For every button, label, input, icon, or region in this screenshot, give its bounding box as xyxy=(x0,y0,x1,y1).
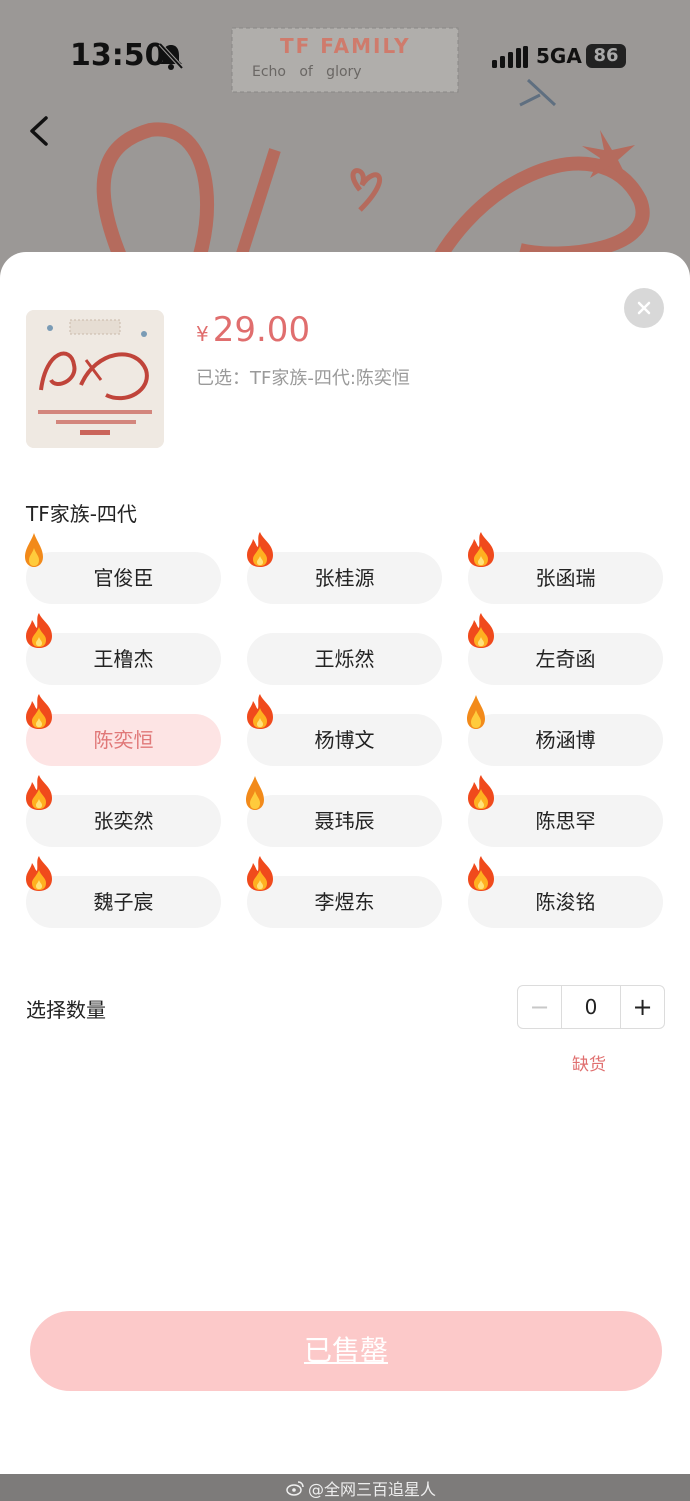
sold-out-button[interactable]: 已售罄 xyxy=(30,1311,662,1391)
option-14[interactable]: 李煜东 xyxy=(247,856,442,928)
option-label: 张函瑞 xyxy=(535,566,596,590)
watermark-text: @全网三百追星人 xyxy=(308,1480,437,1499)
option-label: 聂玮辰 xyxy=(314,809,375,833)
flame-icon xyxy=(464,611,498,668)
option-label: 陈思罕 xyxy=(535,809,596,833)
selected-variant-text: 已选：TF家族-四代:陈奕恒 xyxy=(196,368,410,389)
mute-bell-icon xyxy=(158,42,184,70)
option-label: 张桂源 xyxy=(314,566,375,590)
quantity-stepper: − 0 + xyxy=(517,985,665,1029)
option-label: 左奇函 xyxy=(535,647,596,671)
watermark: @全网三百追星人 xyxy=(286,1476,436,1500)
flame-icon xyxy=(243,854,277,911)
flame-icon xyxy=(243,773,267,830)
decrease-button[interactable]: − xyxy=(518,986,562,1028)
status-bar: 13:50 5GA 86 xyxy=(0,0,690,110)
option-label: 陈浚铭 xyxy=(535,890,596,914)
option-2[interactable]: 张桂源 xyxy=(247,532,442,604)
flame-icon xyxy=(22,854,56,911)
weibo-icon xyxy=(286,1481,304,1496)
option-label: 魏子宸 xyxy=(93,890,154,914)
back-arrow-icon[interactable] xyxy=(26,114,52,148)
product-thumbnail[interactable] xyxy=(26,310,164,448)
option-label: 杨博文 xyxy=(314,728,375,752)
option-6[interactable]: 左奇函 xyxy=(468,613,663,685)
option-13[interactable]: 魏子宸 xyxy=(26,856,221,928)
close-icon xyxy=(637,301,651,315)
price-value: 29.00 xyxy=(212,310,311,350)
option-label: 官俊臣 xyxy=(93,566,154,590)
option-1[interactable]: 官俊臣 xyxy=(25,533,221,604)
option-15[interactable]: 陈浚铭 xyxy=(468,856,663,928)
flame-icon xyxy=(243,692,277,749)
battery-badge: 86 xyxy=(586,44,626,68)
network-label: 5GA xyxy=(536,44,582,68)
product-thumbnail-art xyxy=(26,310,164,448)
quantity-label: 选择数量 xyxy=(26,998,106,1022)
flame-icon xyxy=(22,773,56,830)
sku-selection-sheet: ¥ 29.00 已选：TF家族-四代:陈奕恒 TF家族-四代 官俊臣 张桂源 张函瑞… xyxy=(0,252,690,1474)
status-time: 13:50 xyxy=(70,38,166,73)
option-12[interactable]: 陈思罕 xyxy=(468,775,663,847)
option-8[interactable]: 杨博文 xyxy=(247,694,442,766)
flame-icon xyxy=(243,530,277,587)
close-button[interactable] xyxy=(624,288,664,328)
flame-icon xyxy=(22,611,56,668)
flame-icon xyxy=(22,692,56,749)
option-9[interactable]: 杨涵博 xyxy=(467,695,663,766)
signal-icon xyxy=(492,46,528,68)
flame-icon xyxy=(22,530,46,587)
option-label: 李煜东 xyxy=(314,890,375,914)
option-10[interactable]: 张奕然 xyxy=(26,775,221,847)
option-label: 杨涵博 xyxy=(535,728,596,752)
option-7[interactable]: 陈奕恒 xyxy=(26,694,221,766)
flame-icon xyxy=(464,854,498,911)
option-label: 张奕然 xyxy=(93,809,154,833)
flame-icon xyxy=(464,530,498,587)
flame-icon xyxy=(464,773,498,830)
price-currency: ¥ xyxy=(196,322,209,346)
option-11[interactable]: 聂玮辰 xyxy=(246,776,442,847)
option-group-title: TF家族-四代 xyxy=(26,502,137,526)
option-label: 陈奕恒 xyxy=(93,728,154,752)
option-3[interactable]: 张函瑞 xyxy=(468,532,663,604)
increase-button[interactable]: + xyxy=(620,986,664,1028)
option-4[interactable]: 王橹杰 xyxy=(26,613,221,685)
price: ¥ 29.00 xyxy=(196,310,310,350)
stock-status: 缺货 xyxy=(572,1055,606,1075)
option-5[interactable]: 王烁然 xyxy=(247,633,442,685)
option-label: 王烁然 xyxy=(314,647,375,671)
quantity-value[interactable]: 0 xyxy=(562,986,620,1028)
flame-icon xyxy=(464,692,488,749)
option-label: 王橹杰 xyxy=(93,647,154,671)
